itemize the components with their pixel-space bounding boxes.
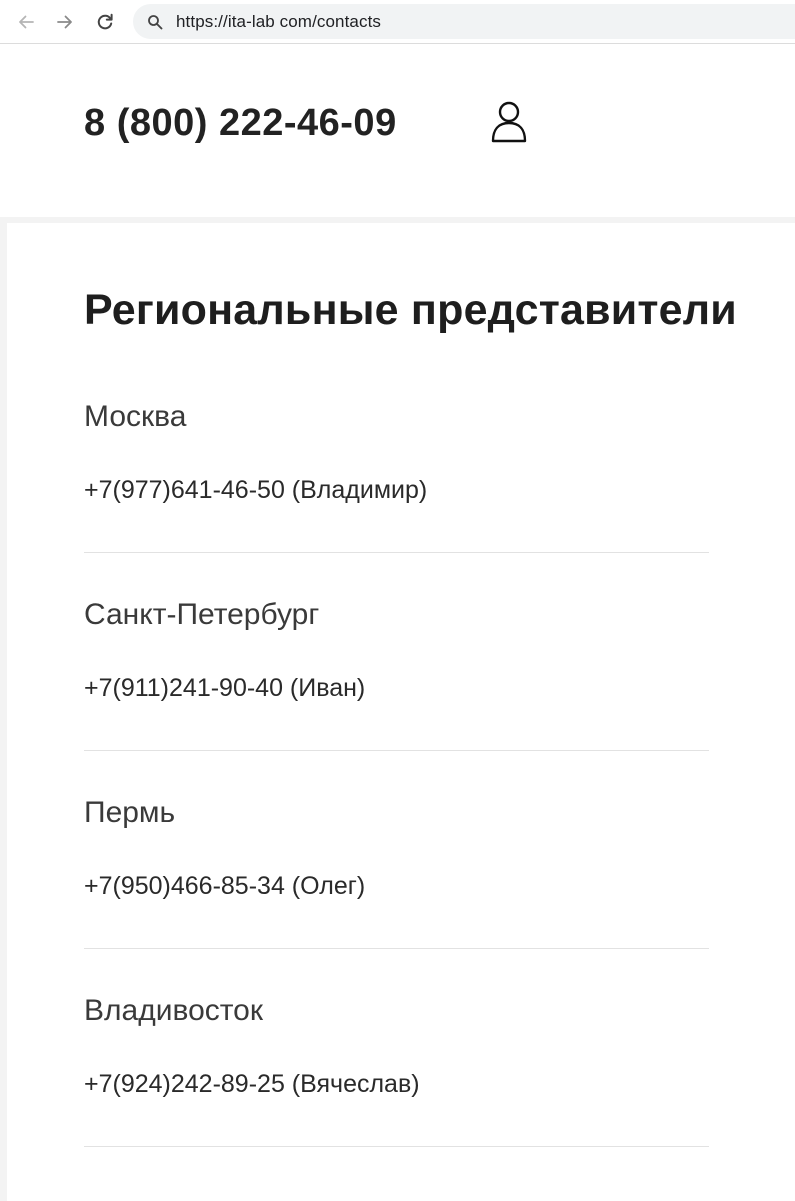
header-phone-link[interactable]: 8 (800) 222-46-09 [84,102,397,145]
forward-button[interactable] [51,8,79,36]
search-icon [148,15,163,30]
region-item-perm: Пермь +7(950)466-85-34 (Олег) [84,796,709,994]
back-button[interactable] [12,8,40,36]
divider [84,552,709,553]
region-item-vladivostok: Владивосток +7(924)242-89-25 (Вячеслав) [84,994,709,1192]
url-text[interactable]: https://ita-lab com/contacts [176,12,381,32]
divider [84,750,709,751]
region-city: Владивосток [84,994,263,1027]
region-item-saint-petersburg: Санкт-Петербург +7(911)241-90-40 (Иван) [84,598,709,796]
arrow-left-icon [19,15,34,29]
region-phone-link[interactable]: +7(911)241-90-40 (Иван) [84,674,365,703]
region-phone-link[interactable]: +7(977)641-46-50 (Владимир) [84,476,427,505]
site-header: 8 (800) 222-46-09 [0,45,795,217]
arrow-right-icon [57,15,72,29]
reload-icon [97,13,113,30]
divider [84,948,709,949]
reload-button[interactable] [91,8,119,36]
region-phone-link[interactable]: +7(950)466-85-34 (Олег) [84,872,365,901]
region-city: Москва [84,400,187,433]
address-bar[interactable]: https://ita-lab com/contacts [133,4,795,39]
browser-toolbar: https://ita-lab com/contacts [0,0,795,44]
divider [84,1146,709,1147]
region-item-moscow: Москва +7(977)641-46-50 (Владимир) [84,400,709,598]
regional-reps-section: Региональные представители Москва +7(977… [7,223,795,1201]
page-title: Региональные представители [84,286,737,334]
region-city: Пермь [84,796,176,829]
region-phone-link[interactable]: +7(924)242-89-25 (Вячеслав) [84,1070,420,1099]
user-icon [491,101,527,143]
account-button[interactable] [487,97,531,147]
region-city: Санкт-Петербург [84,598,320,631]
